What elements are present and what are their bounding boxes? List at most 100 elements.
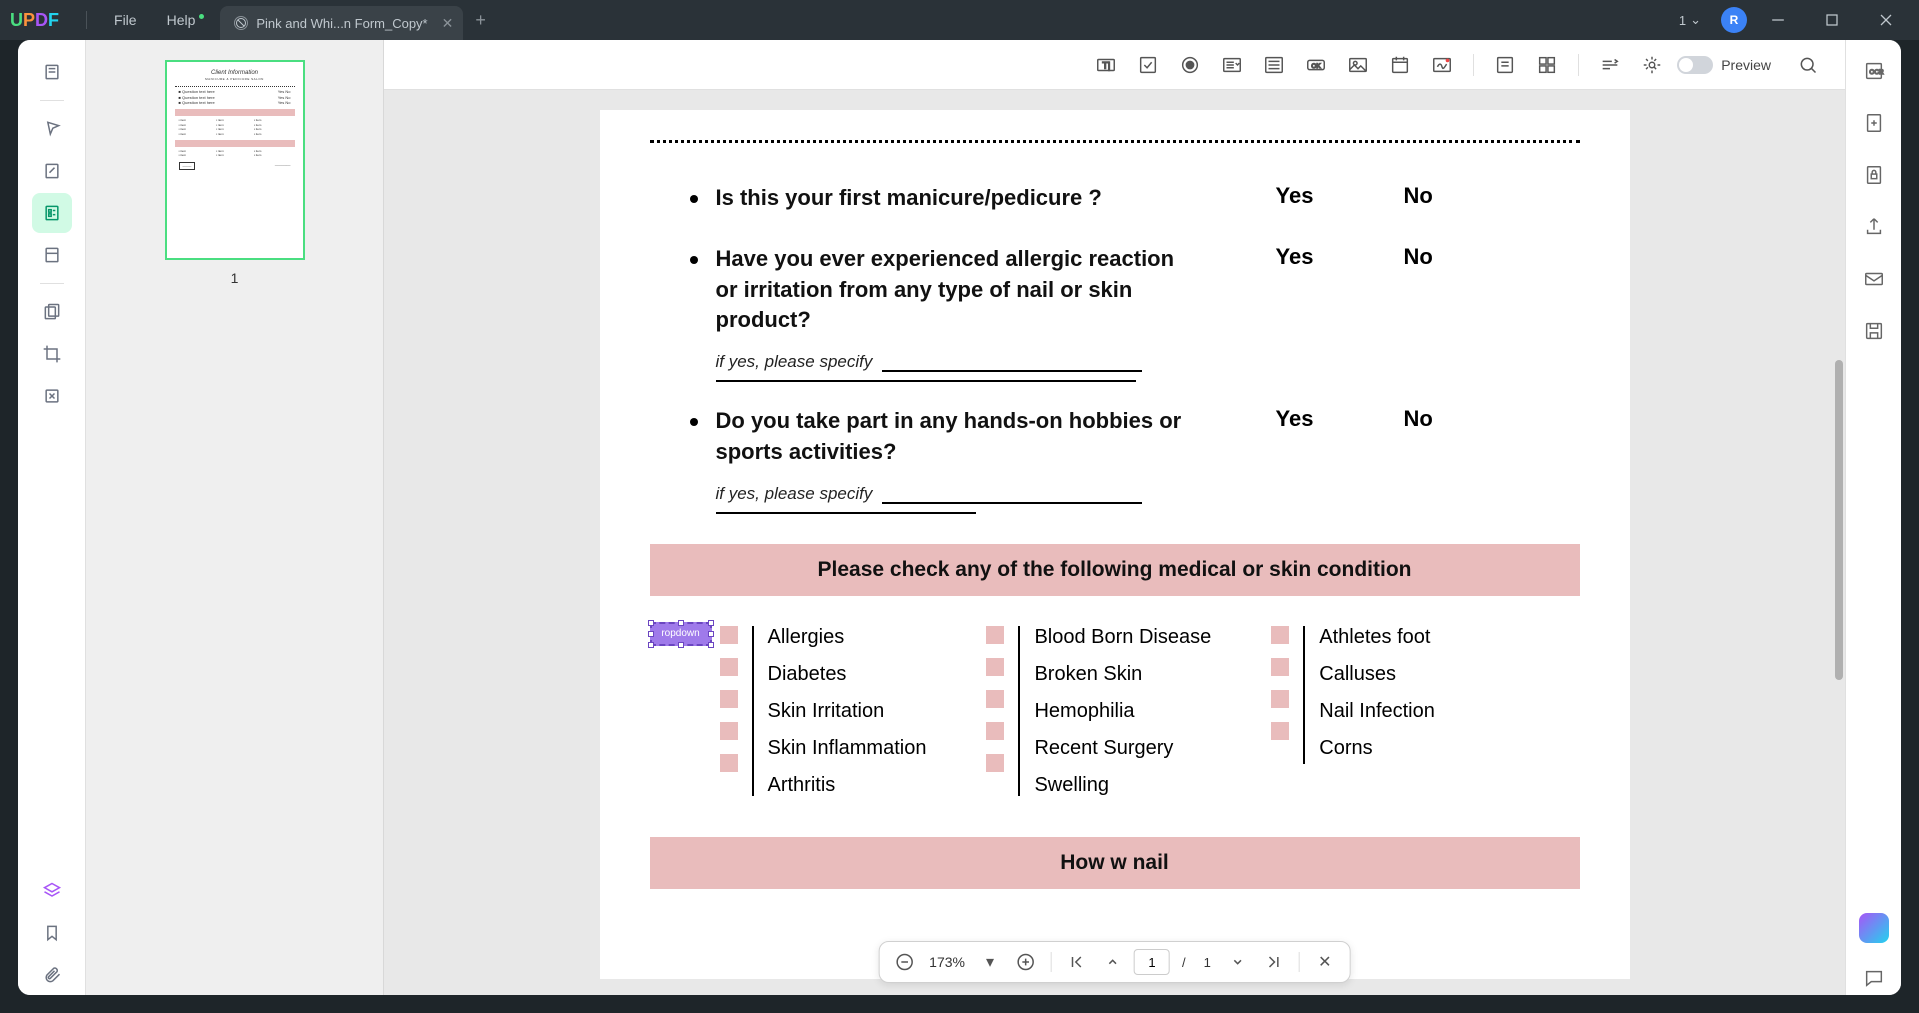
right-toolbar: OCR <box>1845 40 1901 995</box>
ai-assistant-button[interactable] <box>1859 913 1889 943</box>
protect-tool[interactable] <box>1857 158 1891 192</box>
section-header: How w nail <box>650 837 1580 889</box>
titlebar: UPDF File Help Pink and Whi...n Form_Cop… <box>0 0 1919 40</box>
underline <box>882 370 1142 372</box>
search-button[interactable] <box>1791 48 1825 82</box>
email-tool[interactable] <box>1857 262 1891 296</box>
page-total: 1 <box>1198 955 1217 970</box>
close-icon[interactable]: ✕ <box>442 15 454 32</box>
button-tool[interactable]: OK <box>1299 48 1333 82</box>
reader-tool[interactable] <box>32 52 72 92</box>
radio-tool[interactable] <box>1173 48 1207 82</box>
form-tool[interactable] <box>32 193 72 233</box>
separator <box>40 283 64 284</box>
dropdown-form-field[interactable]: ropdown <box>650 622 712 646</box>
vertical-divider <box>1303 626 1305 764</box>
minimize-button[interactable] <box>1755 0 1801 40</box>
page-number-input[interactable] <box>1134 949 1170 975</box>
zoom-dropdown[interactable]: ▾ <box>975 947 1005 977</box>
last-page-button[interactable] <box>1259 947 1289 977</box>
listbox-tool[interactable] <box>1257 48 1291 82</box>
align-tool[interactable] <box>1593 48 1627 82</box>
separator <box>1473 54 1474 76</box>
condition-item <box>720 626 738 644</box>
underline <box>716 380 1136 382</box>
yes-label: Yes <box>1276 406 1314 432</box>
main-area: T| OK Preview <box>384 40 1845 995</box>
no-label: No <box>1403 406 1432 432</box>
user-avatar[interactable]: R <box>1721 7 1747 33</box>
window-count[interactable]: 1 ⌄ <box>1679 12 1701 28</box>
layers-icon[interactable] <box>32 871 72 911</box>
save-tool[interactable] <box>1857 314 1891 348</box>
settings-tool[interactable] <box>1635 48 1669 82</box>
dropdown-tool[interactable] <box>1215 48 1249 82</box>
text-field-tool[interactable]: T| <box>1089 48 1123 82</box>
grid-view-tool[interactable] <box>1530 48 1564 82</box>
navigation-bar: 173% ▾ / 1 ✕ <box>878 941 1351 983</box>
separator <box>1051 952 1052 972</box>
document-tab[interactable]: Pink and Whi...n Form_Copy* ✕ <box>220 6 463 40</box>
condition-item: Allergies <box>768 626 927 649</box>
bookmark-icon[interactable] <box>32 913 72 953</box>
zoom-in-button[interactable] <box>1011 947 1041 977</box>
date-field-tool[interactable] <box>1383 48 1417 82</box>
redact-tool[interactable] <box>32 292 72 332</box>
comment-tool[interactable] <box>32 109 72 149</box>
yes-label: Yes <box>1276 244 1314 270</box>
svg-text:T|: T| <box>1103 60 1111 70</box>
crop-tool[interactable] <box>32 334 72 374</box>
close-navbar-button[interactable]: ✕ <box>1310 947 1340 977</box>
compress-tool[interactable] <box>32 376 72 416</box>
chevron-down-icon: ⌄ <box>1690 12 1701 28</box>
share-tool[interactable] <box>1857 210 1891 244</box>
scrollbar-thumb[interactable] <box>1835 360 1843 680</box>
pdf-page[interactable]: Is this your first manicure/pedicure ? Y… <box>600 110 1630 979</box>
convert-tool[interactable] <box>1857 106 1891 140</box>
zoom-out-button[interactable] <box>889 947 919 977</box>
no-label: No <box>1403 183 1432 209</box>
document-viewport[interactable]: Is this your first manicure/pedicure ? Y… <box>384 90 1845 995</box>
underline <box>882 502 1142 504</box>
thumbnail-panel: Client Information MANICURE & PEDICURE S… <box>86 40 384 995</box>
form-list-tool[interactable] <box>1488 48 1522 82</box>
signature-tool[interactable] <box>1425 48 1459 82</box>
bullet-icon <box>690 195 698 203</box>
attachment-icon[interactable] <box>32 955 72 995</box>
organize-tool[interactable] <box>32 235 72 275</box>
close-window-button[interactable] <box>1863 0 1909 40</box>
question-text: Have you ever experienced allergic react… <box>716 244 1196 336</box>
svg-text:OK: OK <box>1312 62 1322 69</box>
zoom-level: 173% <box>925 954 969 970</box>
separator <box>1578 54 1579 76</box>
image-field-tool[interactable] <box>1341 48 1375 82</box>
preview-label: Preview <box>1721 57 1771 73</box>
menu-help[interactable]: Help <box>152 12 211 28</box>
edit-tool[interactable] <box>32 151 72 191</box>
ocr-tool[interactable]: OCR <box>1857 54 1891 88</box>
vertical-divider <box>752 626 754 796</box>
first-page-button[interactable] <box>1062 947 1092 977</box>
thumbnail-page-number: 1 <box>126 270 343 286</box>
menu-file[interactable]: File <box>99 12 152 28</box>
yes-label: Yes <box>1276 183 1314 209</box>
preview-toggle[interactable] <box>1677 56 1713 74</box>
svg-text:OCR: OCR <box>1869 69 1884 76</box>
feedback-tool[interactable] <box>1857 961 1891 995</box>
separator <box>40 100 64 101</box>
vertical-divider <box>1018 626 1020 796</box>
checkbox-tool[interactable] <box>1131 48 1165 82</box>
tab-document-icon <box>234 16 248 30</box>
separator <box>1299 952 1300 972</box>
next-page-button[interactable] <box>1223 947 1253 977</box>
prev-page-button[interactable] <box>1098 947 1128 977</box>
form-toolbar: T| OK Preview <box>384 40 1845 90</box>
section-header: Please check any of the following medica… <box>650 544 1580 596</box>
question-text: Is this your first manicure/pedicure ? <box>716 183 1196 214</box>
page-thumbnail[interactable]: Client Information MANICURE & PEDICURE S… <box>165 60 305 260</box>
question-text: Do you take part in any hands-on hobbies… <box>716 406 1196 468</box>
maximize-button[interactable] <box>1809 0 1855 40</box>
page-separator: / <box>1176 955 1192 970</box>
no-label: No <box>1403 244 1432 270</box>
new-tab-button[interactable]: + <box>475 10 486 31</box>
